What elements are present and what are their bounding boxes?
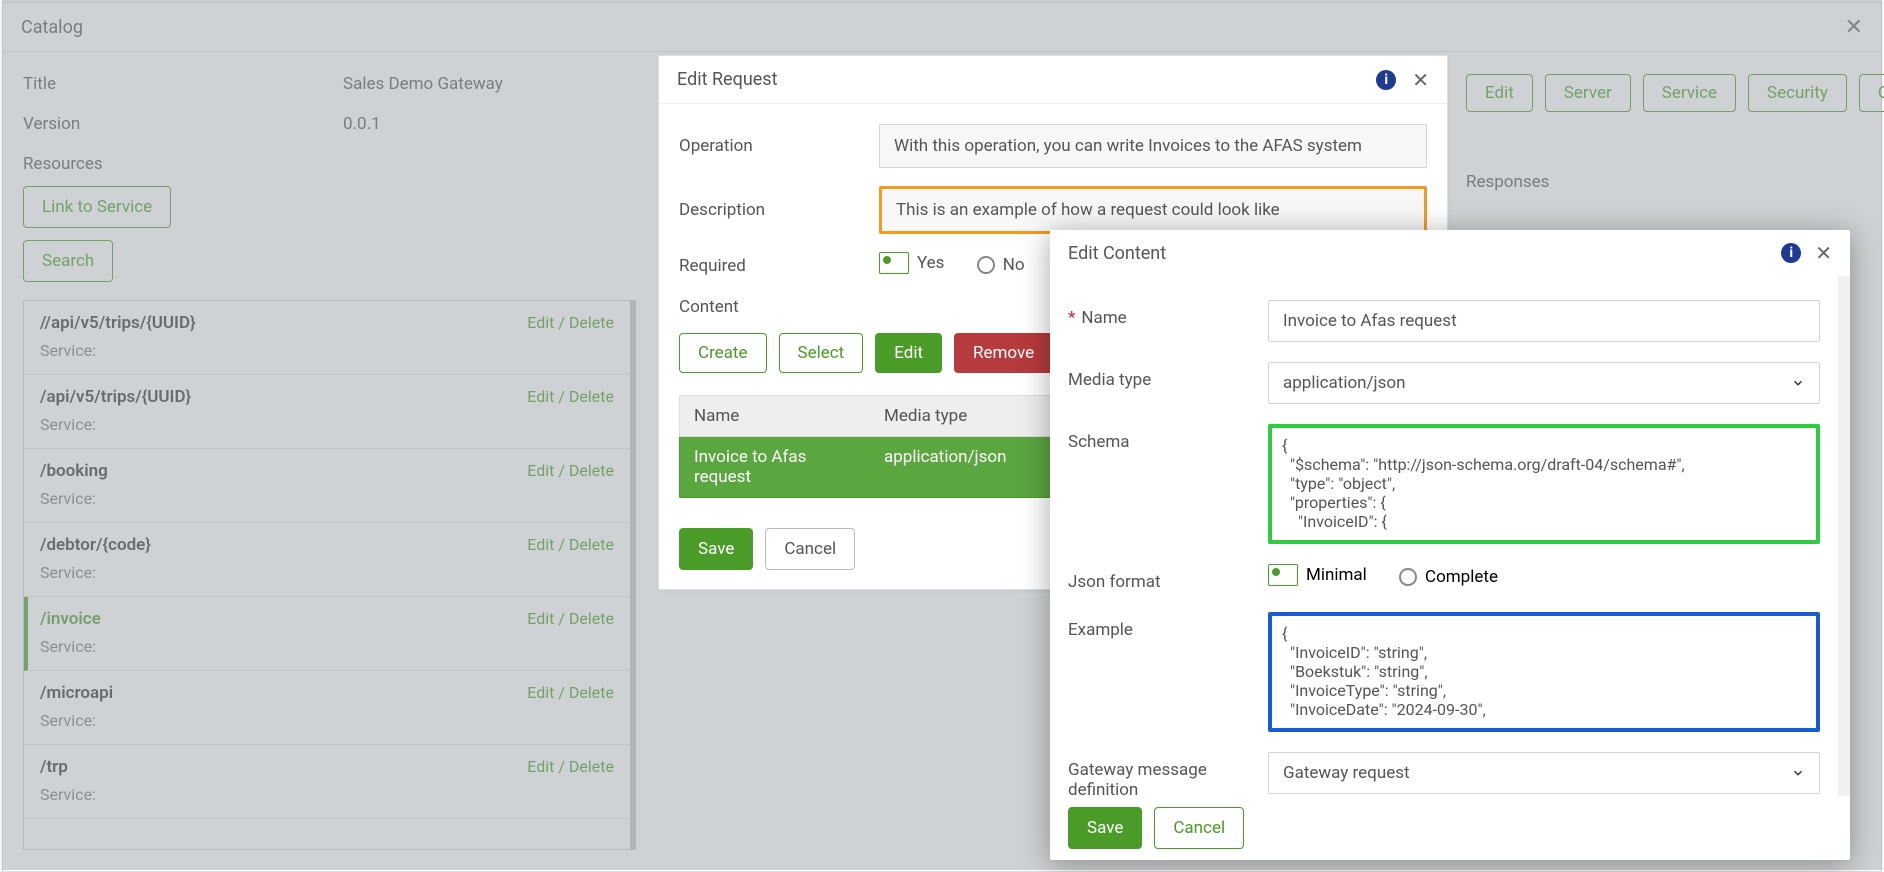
resource-path: /trp: [40, 757, 68, 777]
tab-security[interactable]: Security: [1748, 74, 1847, 112]
name-input[interactable]: Invoice to Afas request: [1268, 300, 1820, 342]
name-label: Name: [1081, 308, 1126, 328]
required-label: Required: [679, 256, 879, 276]
edit-content-title: Edit Content: [1068, 243, 1781, 264]
catalog-left-column: Title Sales Demo Gateway Version 0.0.1 R…: [3, 52, 656, 871]
operation-value: With this operation, you can write Invoi…: [879, 124, 1427, 168]
title-label: Title: [23, 74, 343, 94]
media-type-select[interactable]: application/json: [1268, 362, 1820, 404]
tab-service[interactable]: Service: [1643, 74, 1736, 112]
version-value: 0.0.1: [343, 114, 381, 134]
resource-item[interactable]: /microapi Edit / Delete Service:: [24, 671, 630, 745]
tab-server[interactable]: Server: [1545, 74, 1631, 112]
resource-service-label: Service:: [40, 415, 614, 434]
gateway-msg-label: Gateway messagedefinition: [1068, 752, 1268, 796]
resource-item[interactable]: /booking Edit / Delete Service:: [24, 449, 630, 523]
select-button[interactable]: Select: [779, 333, 864, 373]
media-type-label: Media type: [1068, 362, 1268, 390]
resource-service-label: Service:: [40, 341, 614, 360]
edit-button[interactable]: Edit: [875, 333, 942, 373]
chevron-down-icon: [1791, 376, 1805, 390]
edit-content-modal: Edit Content i ✕ * Name Invoice to Afas r…: [1050, 230, 1850, 860]
schema-textarea[interactable]: { "$schema": "http://json-schema.org/dra…: [1268, 424, 1820, 544]
json-format-label: Json format: [1068, 564, 1268, 592]
resource-path: /api/v5/trips/{UUID}: [40, 387, 191, 407]
search-button[interactable]: Search: [23, 240, 113, 282]
resource-item[interactable]: //api/v5/trips/{UUID} Edit / Delete Servic…: [24, 301, 630, 375]
info-icon[interactable]: i: [1781, 243, 1801, 263]
required-no-radio[interactable]: No: [977, 255, 1025, 275]
description-label: Description: [679, 200, 879, 220]
info-icon[interactable]: i: [1376, 70, 1396, 90]
version-label: Version: [23, 114, 343, 134]
edit-request-close-icon[interactable]: ✕: [1412, 68, 1429, 92]
ec-cancel-button[interactable]: Cancel: [1154, 807, 1244, 849]
edit-request-title: Edit Request: [677, 69, 1376, 90]
resource-item[interactable]: /debtor/{code} Edit / Delete Service:: [24, 523, 630, 597]
resource-service-label: Service:: [40, 489, 614, 508]
resource-edit-delete[interactable]: Edit / Delete: [527, 757, 614, 777]
resource-path: //api/v5/trips/{UUID}: [40, 313, 196, 333]
required-star-icon: *: [1068, 308, 1075, 328]
resource-item[interactable]: /invoice Edit / Delete Service:: [24, 597, 630, 671]
resource-item[interactable]: /api/v5/trips/{UUID} Edit / Delete Service…: [24, 375, 630, 449]
example-textarea[interactable]: { "InvoiceID": "string", "Boekstuk": "st…: [1268, 612, 1820, 732]
resource-path: /invoice: [40, 609, 101, 629]
er-cancel-button[interactable]: Cancel: [765, 528, 855, 570]
resource-path: /booking: [40, 461, 108, 481]
resource-service-label: Service:: [40, 637, 614, 656]
operation-label: Operation: [679, 136, 879, 156]
link-to-service-button[interactable]: Link to Service: [23, 186, 171, 228]
col-name: Name: [680, 396, 870, 436]
ec-save-button[interactable]: Save: [1068, 807, 1142, 849]
remove-button[interactable]: Remove: [954, 333, 1053, 373]
resource-list[interactable]: //api/v5/trips/{UUID} Edit / Delete Servic…: [23, 300, 636, 850]
required-yes-radio[interactable]: Yes: [879, 252, 944, 274]
chevron-down-icon: [1791, 766, 1805, 780]
resource-edit-delete[interactable]: Edit / Delete: [527, 387, 614, 407]
edit-content-close-icon[interactable]: ✕: [1815, 241, 1832, 265]
catalog-close-icon[interactable]: ✕: [1845, 15, 1863, 40]
resource-edit-delete[interactable]: Edit / Delete: [527, 683, 614, 703]
format-minimal-radio[interactable]: Minimal: [1268, 564, 1367, 586]
resource-service-label: Service:: [40, 711, 614, 730]
catalog-title: Catalog: [21, 17, 1845, 38]
example-label: Example: [1068, 612, 1268, 640]
resource-path: /microapi: [40, 683, 113, 703]
catalog-header: Catalog ✕: [3, 3, 1881, 52]
resource-edit-delete[interactable]: Edit / Delete: [527, 313, 614, 333]
resource-edit-delete[interactable]: Edit / Delete: [527, 609, 614, 629]
resource-edit-delete[interactable]: Edit / Delete: [527, 535, 614, 555]
description-input[interactable]: This is an example of how a request coul…: [879, 186, 1427, 234]
row-name: Invoice to Afas request: [680, 437, 870, 497]
schema-label: Schema: [1068, 424, 1268, 452]
resource-path: /debtor/{code}: [40, 535, 151, 555]
resource-item[interactable]: /trp Edit / Delete Service:: [24, 745, 630, 819]
resource-service-label: Service:: [40, 785, 614, 804]
gateway-msg-select[interactable]: Gateway request: [1268, 752, 1820, 794]
responses-label: Responses: [1466, 172, 1861, 192]
resources-label: Resources: [23, 154, 636, 174]
tab-contents[interactable]: Contents: [1859, 74, 1884, 112]
title-value: Sales Demo Gateway: [343, 74, 503, 94]
resource-edit-delete[interactable]: Edit / Delete: [527, 461, 614, 481]
resource-service-label: Service:: [40, 563, 614, 582]
create-button[interactable]: Create: [679, 333, 767, 373]
tab-edit[interactable]: Edit: [1466, 74, 1533, 112]
format-complete-radio[interactable]: Complete: [1399, 567, 1498, 587]
er-save-button[interactable]: Save: [679, 528, 753, 570]
